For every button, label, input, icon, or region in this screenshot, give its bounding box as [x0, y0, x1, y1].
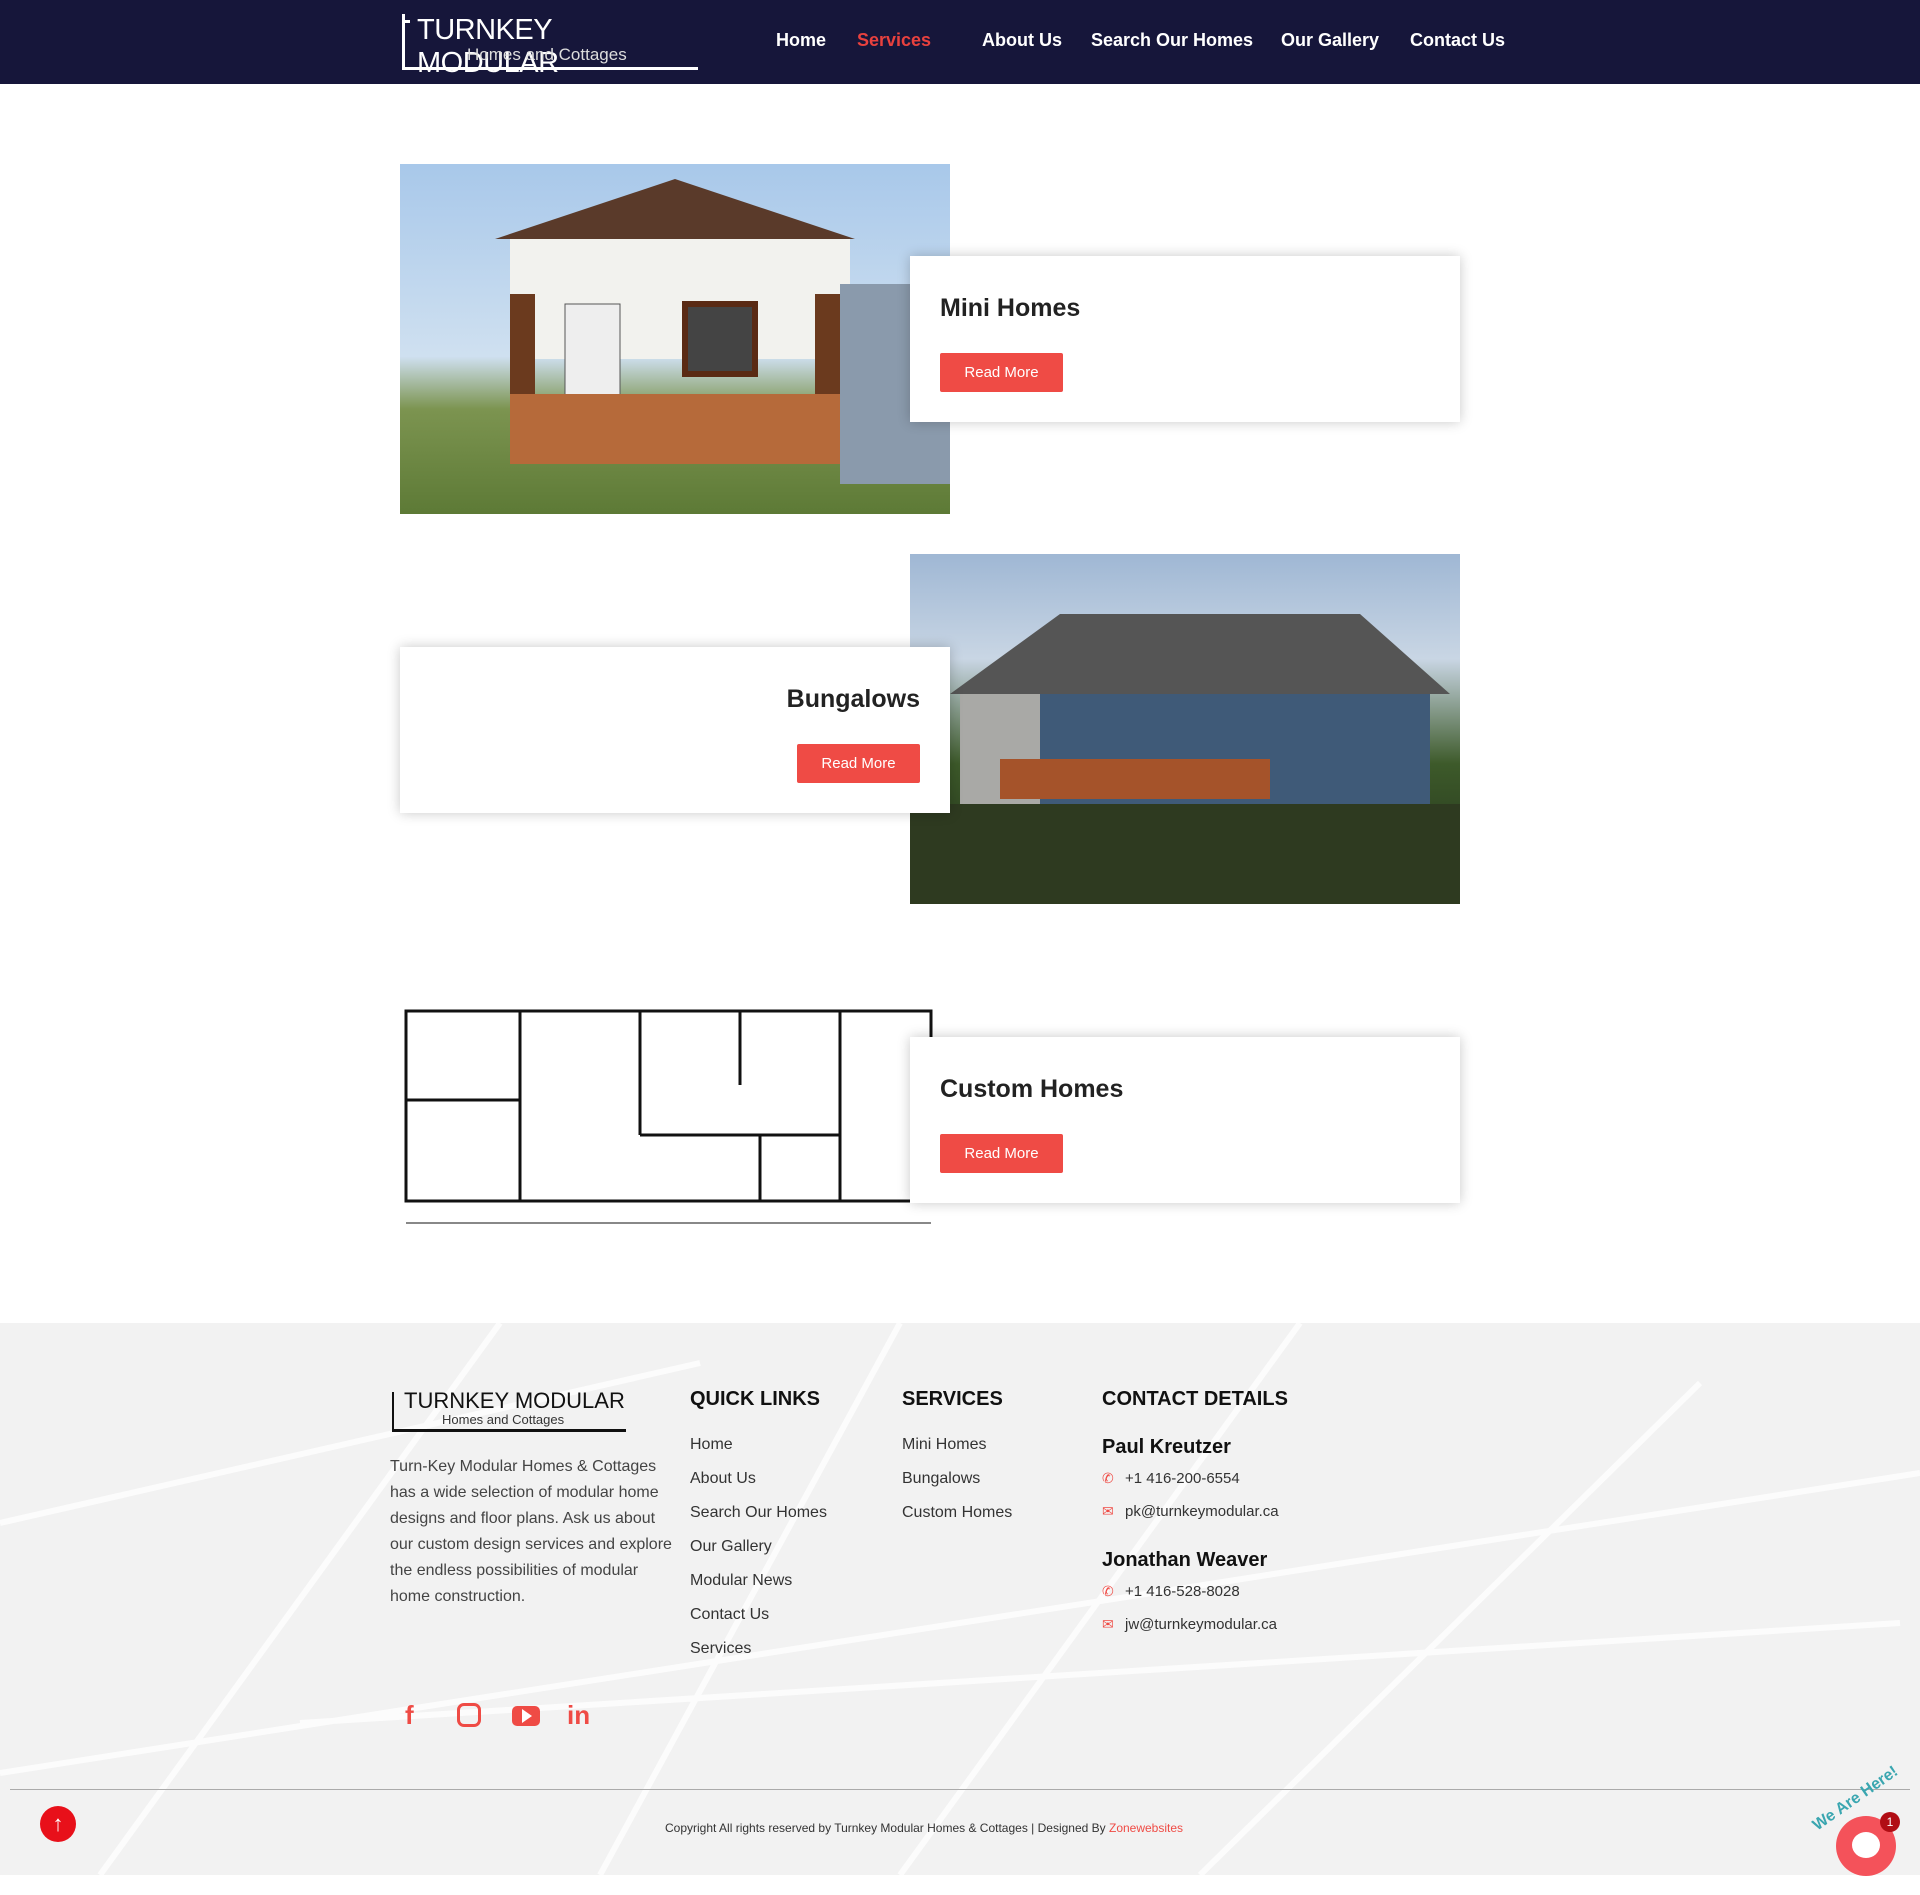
- phone-icon: ✆: [1102, 1583, 1114, 1599]
- service-title: Mini Homes: [940, 294, 1081, 322]
- service-card-custom-homes: Custom Homes Read More: [910, 1037, 1460, 1203]
- chat-badge: 1: [1880, 1812, 1900, 1832]
- footer-about-text: Turn-Key Modular Homes & Cottages has a …: [390, 1458, 672, 1605]
- service-card-mini-homes: Mini Homes Read More: [910, 256, 1460, 422]
- quick-link[interactable]: Search Our Homes: [690, 1504, 827, 1522]
- service-title: Custom Homes: [940, 1075, 1124, 1103]
- logo-subtitle: Homes and Cottages: [467, 45, 627, 64]
- contact-phone[interactable]: +1 416-200-6554: [1125, 1470, 1240, 1487]
- floor-plan-image: [400, 1005, 950, 1232]
- quick-link[interactable]: Modular News: [690, 1572, 792, 1590]
- nav-home[interactable]: Home: [776, 30, 826, 51]
- contact-name: Jonathan Weaver: [1102, 1549, 1268, 1571]
- contact-heading: CONTACT DETAILS: [1102, 1388, 1288, 1410]
- email-icon: ✉: [1102, 1503, 1114, 1519]
- mini-home-image: [400, 164, 950, 514]
- logo-subtitle: Homes and Cottages: [442, 1412, 565, 1427]
- service-title: Bungalows: [786, 685, 920, 713]
- quick-link[interactable]: Home: [690, 1436, 733, 1454]
- bungalow-image: [910, 554, 1460, 904]
- phone-icon: ✆: [1102, 1470, 1114, 1486]
- read-more-button[interactable]: Read More: [940, 1134, 1063, 1173]
- site-logo[interactable]: TURNKEY MODULAR Homes and Cottages: [402, 14, 698, 79]
- chat-widget-button[interactable]: 1: [1836, 1812, 1900, 1876]
- quick-link[interactable]: About Us: [690, 1470, 756, 1488]
- footer-service-link[interactable]: Custom Homes: [902, 1504, 1012, 1522]
- services-heading: SERVICES: [902, 1388, 1003, 1410]
- footer-divider: [10, 1789, 1910, 1790]
- read-more-button[interactable]: Read More: [797, 744, 920, 783]
- youtube-icon[interactable]: [512, 1706, 540, 1726]
- linkedin-icon[interactable]: in: [567, 1700, 590, 1731]
- scroll-to-top-button[interactable]: ↑: [40, 1806, 76, 1842]
- footer-service-link[interactable]: Mini Homes: [902, 1436, 986, 1454]
- instagram-icon[interactable]: [457, 1703, 481, 1727]
- email-icon: ✉: [1102, 1616, 1114, 1632]
- designer-link[interactable]: Zonewebsites: [1109, 1821, 1183, 1835]
- contact-email[interactable]: jw@turnkeymodular.ca: [1125, 1616, 1277, 1633]
- footer-logo[interactable]: TURNKEY MODULAR Homes and Cottages: [392, 1388, 626, 1432]
- logo-title: TURNKEY MODULAR: [404, 1388, 625, 1413]
- quick-link[interactable]: Contact Us: [690, 1606, 769, 1624]
- quick-link[interactable]: Services: [690, 1640, 751, 1658]
- nav-services[interactable]: Services: [857, 30, 931, 51]
- nav-about-us[interactable]: About Us: [982, 30, 1062, 51]
- contact-email[interactable]: pk@turnkeymodular.ca: [1125, 1503, 1279, 1520]
- copyright: Copyright All rights reserved by Turnkey…: [665, 1821, 1183, 1835]
- contact-name: Paul Kreutzer: [1102, 1436, 1231, 1458]
- nav-our-gallery[interactable]: Our Gallery: [1281, 30, 1379, 51]
- nav-contact-us[interactable]: Contact Us: [1410, 30, 1505, 51]
- facebook-icon[interactable]: f: [405, 1700, 414, 1731]
- top-nav: TURNKEY MODULAR Homes and Cottages Home …: [0, 0, 1920, 84]
- nav-search-our-homes[interactable]: Search Our Homes: [1091, 30, 1253, 51]
- copyright-text: Copyright All rights reserved by Turnkey…: [665, 1821, 1109, 1835]
- service-card-bungalows: Bungalows Read More: [400, 647, 950, 813]
- contact-phone[interactable]: +1 416-528-8028: [1125, 1583, 1240, 1600]
- footer-service-link[interactable]: Bungalows: [902, 1470, 980, 1488]
- quick-links-heading: QUICK LINKS: [690, 1388, 820, 1410]
- read-more-button[interactable]: Read More: [940, 353, 1063, 392]
- quick-link[interactable]: Our Gallery: [690, 1538, 772, 1556]
